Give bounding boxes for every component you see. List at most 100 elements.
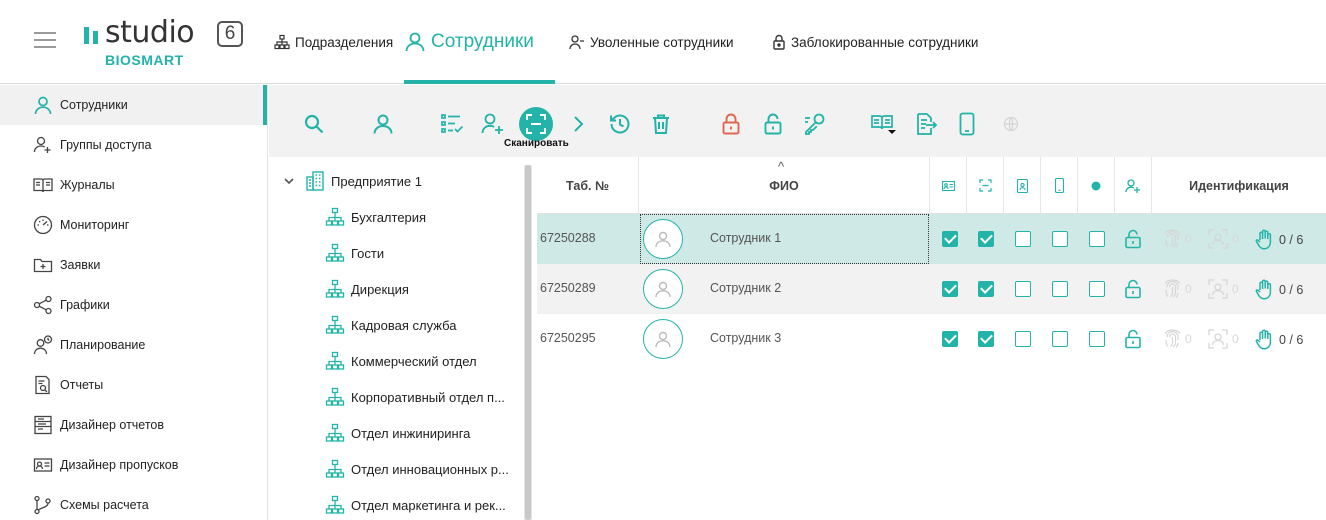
- tree-scrollbar[interactable]: [524, 165, 532, 520]
- export-button[interactable]: [909, 107, 943, 141]
- sidebar-item-requests[interactable]: Заявки: [0, 245, 267, 285]
- sidebar-item-schedules[interactable]: Графики: [0, 285, 267, 325]
- row-checkbox[interactable]: [1089, 231, 1105, 247]
- face-count[interactable]: 0: [1208, 329, 1239, 349]
- checklist-button[interactable]: [435, 107, 469, 141]
- table-row[interactable]: 67250295 Сотрудник 3 0 0 0 / 6: [537, 314, 1326, 364]
- search-button[interactable]: [297, 107, 331, 141]
- row-checkbox[interactable]: [942, 331, 958, 347]
- tab-dismissed[interactable]: Уволенные сотрудники: [569, 0, 734, 84]
- report-icon: [35, 375, 50, 395]
- tab-blocked[interactable]: Заблокированные сотрудники: [772, 0, 978, 84]
- employee-button[interactable]: [366, 107, 400, 141]
- org-structure-icon: [325, 423, 345, 442]
- row-checkbox[interactable]: [1015, 331, 1031, 347]
- branch-icon: [34, 495, 51, 515]
- row-checkbox[interactable]: [1052, 281, 1068, 297]
- tab-employees[interactable]: Сотрудники: [404, 0, 555, 84]
- journal-dropdown-button[interactable]: [867, 107, 901, 141]
- fingerprint-count[interactable]: 0: [1164, 229, 1192, 249]
- tab-departments[interactable]: Подразделения: [274, 0, 393, 84]
- tree-node[interactable]: Отдел инжиниринга: [325, 423, 470, 443]
- history-button[interactable]: [603, 107, 637, 141]
- header-mobile[interactable]: [1041, 157, 1078, 214]
- chevron-down-icon[interactable]: [283, 175, 295, 187]
- mobile-button[interactable]: [950, 107, 984, 141]
- tree-node[interactable]: Отдел инновационных р...: [325, 459, 509, 479]
- org-structure-icon: [325, 279, 345, 298]
- scan-button[interactable]: [519, 107, 553, 141]
- header-tab-no[interactable]: Таб. №: [537, 157, 639, 214]
- unblock-button[interactable]: [756, 107, 790, 141]
- web-button[interactable]: [994, 107, 1028, 141]
- avatar[interactable]: [643, 319, 683, 359]
- sidebar-item-employees[interactable]: Сотрудники: [0, 85, 267, 125]
- row-checkbox[interactable]: [1089, 331, 1105, 347]
- sidebar-item-report-designer[interactable]: Дизайнер отчетов: [0, 405, 267, 445]
- row-checkbox[interactable]: [942, 281, 958, 297]
- unlock-icon[interactable]: [1124, 279, 1142, 299]
- avatar[interactable]: [643, 219, 683, 259]
- face-count[interactable]: 0: [1208, 229, 1239, 249]
- sidebar-item-journals[interactable]: Журналы: [0, 165, 267, 205]
- add-employee-button[interactable]: [476, 107, 510, 141]
- row-name: Сотрудник 2: [710, 281, 782, 295]
- tree-node[interactable]: Гости: [325, 243, 384, 263]
- row-checkbox[interactable]: [1052, 231, 1068, 247]
- table-row[interactable]: 67250288 Сотрудник 1 0 0 0 / 6: [537, 214, 1326, 264]
- header-badge[interactable]: [1004, 157, 1041, 214]
- studio-logo: studio 6 BIOSMART: [84, 15, 246, 68]
- header-fio[interactable]: ^ ФИО: [639, 157, 930, 214]
- user-icon: [405, 32, 425, 52]
- sidebar-item-access-groups[interactable]: Группы доступа: [0, 125, 267, 165]
- checklist-icon: [441, 114, 464, 133]
- sidebar-item-reports[interactable]: Отчеты: [0, 365, 267, 405]
- fingerprint-value: 0: [1185, 282, 1192, 296]
- avatar[interactable]: [643, 269, 683, 309]
- row-checkbox[interactable]: [1089, 281, 1105, 297]
- tree-node[interactable]: Отдел маркетинга и рек...: [325, 495, 506, 515]
- block-button[interactable]: [714, 107, 748, 141]
- header-card[interactable]: [930, 157, 967, 214]
- row-checkbox[interactable]: [978, 231, 994, 247]
- header-scan[interactable]: [967, 157, 1004, 214]
- table-row[interactable]: 67250289 Сотрудник 2 0 0 0 / 6: [537, 264, 1326, 314]
- tree-root[interactable]: Предприятие 1: [283, 171, 422, 191]
- tree-node[interactable]: Кадровая служба: [325, 315, 456, 335]
- key-button[interactable]: [798, 107, 832, 141]
- export-icon: [917, 113, 938, 135]
- delete-button[interactable]: [644, 107, 678, 141]
- palm-count[interactable]: 0 / 6: [1255, 279, 1303, 300]
- palm-count[interactable]: 0 / 6: [1255, 229, 1303, 250]
- tree-node-label: Дирекция: [351, 281, 409, 297]
- tree-node[interactable]: Бухгалтерия: [325, 207, 426, 227]
- tree-node[interactable]: Коммерческий отдел: [325, 351, 477, 371]
- palm-count[interactable]: 0 / 6: [1255, 329, 1303, 350]
- row-checkbox[interactable]: [978, 331, 994, 347]
- menu-icon[interactable]: [34, 32, 56, 50]
- row-checkbox[interactable]: [942, 231, 958, 247]
- fingerprint-count[interactable]: 0: [1164, 329, 1192, 349]
- header-web[interactable]: [1078, 157, 1115, 214]
- row-checkbox[interactable]: [1052, 331, 1068, 347]
- sidebar-item-planning[interactable]: Планирование: [0, 325, 267, 365]
- sidebar-item-pass-designer[interactable]: Дизайнер пропусков: [0, 445, 267, 485]
- unlock-icon[interactable]: [1124, 229, 1142, 249]
- header-access[interactable]: [1115, 157, 1152, 214]
- unlock-icon[interactable]: [1124, 329, 1142, 349]
- row-checkbox[interactable]: [978, 281, 994, 297]
- face-scan-icon: [1208, 329, 1228, 349]
- org-structure-icon: [325, 243, 345, 262]
- tree-node[interactable]: Дирекция: [325, 279, 409, 299]
- fingerprint-icon: [1164, 329, 1181, 348]
- face-count[interactable]: 0: [1208, 279, 1239, 299]
- next-button[interactable]: [561, 107, 595, 141]
- header-identification[interactable]: Идентификация: [1152, 157, 1326, 214]
- sidebar-item-calc-schemes[interactable]: Схемы расчета: [0, 485, 267, 520]
- fingerprint-count[interactable]: 0: [1164, 279, 1192, 299]
- sidebar-item-monitoring[interactable]: Мониторинг: [0, 205, 267, 245]
- row-checkbox[interactable]: [1015, 231, 1031, 247]
- row-checkbox[interactable]: [1015, 281, 1031, 297]
- tree-node[interactable]: Корпоративный отдел п...: [325, 387, 505, 407]
- scan-icon: [526, 114, 546, 134]
